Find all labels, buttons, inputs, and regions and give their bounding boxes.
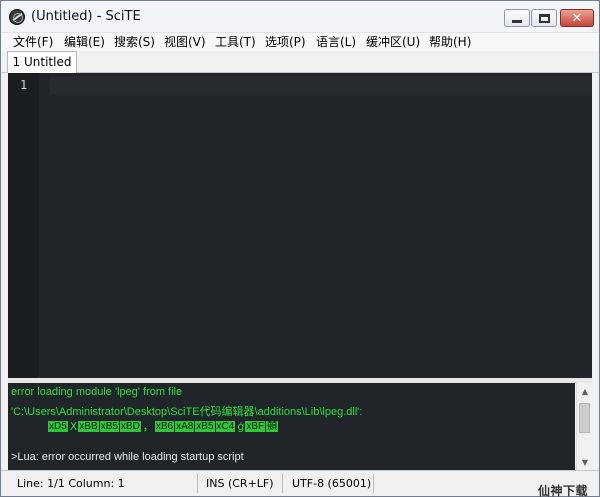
scroll-up-icon[interactable]: ▲ [577,383,593,399]
menu-help[interactable]: 帮助(H) [429,33,471,51]
hex-separator: ģ [237,419,245,433]
menu-view[interactable]: 视图(V) [164,33,206,51]
status-bar: Line: 1/1 Column: 1 INS (CR+LF) UTF-8 (6… [1,470,599,496]
hex-separator: ， [142,420,154,433]
status-mode: INS (CR+LF) [206,477,274,490]
status-encoding: UTF-8 (65001) [292,477,372,490]
hex-token: xBD [119,420,141,432]
status-position: Line: 1/1 Column: 1 [17,477,125,490]
minimize-button[interactable] [504,9,530,27]
output-hex-bytes: xD5 X xBB xB5 xBD ， xB6 xA8 xB5 xC4 ģ xB… [48,419,279,433]
tab-bar: 1 Untitled [1,51,599,73]
status-divider [373,474,374,493]
output-error-path: 'C:\Users\Administrator\Desktop\SciTE代码编… [11,406,363,418]
output-scrollbar[interactable]: ▲ ▼ [576,383,592,470]
menu-search[interactable]: 搜索(S) [114,33,155,51]
minimize-icon [512,19,522,23]
hex-token: xA8 [175,420,195,432]
hex-token: xB5 [195,420,215,432]
status-divider [197,474,198,493]
hex-token: xBF [245,420,266,432]
hex-separator: X [69,419,78,433]
menu-bar: 文件(F) 编辑(E) 搜索(S) 视图(V) 工具(T) 选项(P) 语言(L… [1,33,599,51]
watermark-logo: 仙神下载网 [538,484,589,497]
menu-options[interactable]: 选项(P) [265,33,306,51]
menu-language[interactable]: 语言(L) [316,33,356,51]
maximize-icon [538,13,550,23]
hex-token: xBB [78,420,99,432]
hex-token: xC4 [215,420,236,432]
close-button[interactable]: ✕ [560,9,594,27]
editor-pane[interactable]: 1 [8,73,592,378]
output-pane[interactable]: error loading module 'lpeg' from file 'C… [8,383,575,470]
scroll-down-icon[interactable]: ▼ [577,454,593,470]
scrollbar-thumb[interactable] [579,403,590,433]
hex-token: 顤 [266,420,279,432]
menu-buffers[interactable]: 缓冲区(U) [366,33,420,51]
maximize-button[interactable] [531,9,557,27]
hex-token: xD5 [48,420,68,432]
title-bar[interactable]: (Untitled) - SciTE ✕ [1,1,599,33]
window-title: (Untitled) - SciTE [31,9,141,24]
menu-tools[interactable]: 工具(T) [215,33,256,51]
close-icon: ✕ [571,10,583,26]
tab-untitled[interactable]: 1 Untitled [7,51,77,73]
scite-app-icon[interactable] [9,9,25,25]
output-lua-error: >Lua: error occurred while loading start… [11,451,244,463]
menu-file[interactable]: 文件(F) [13,33,53,51]
current-line-highlight[interactable] [50,76,592,94]
menu-edit[interactable]: 编辑(E) [64,33,105,51]
line-number-gutter: 1 [8,73,39,378]
hex-token: xB5 [99,420,119,432]
scite-window: (Untitled) - SciTE ✕ 文件(F) 编辑(E) 搜索(S) 视… [0,0,600,497]
line-number: 1 [20,78,28,92]
status-divider [282,474,283,493]
output-error-header: error loading module 'lpeg' from file [11,386,183,398]
hex-token: xB6 [154,420,175,432]
